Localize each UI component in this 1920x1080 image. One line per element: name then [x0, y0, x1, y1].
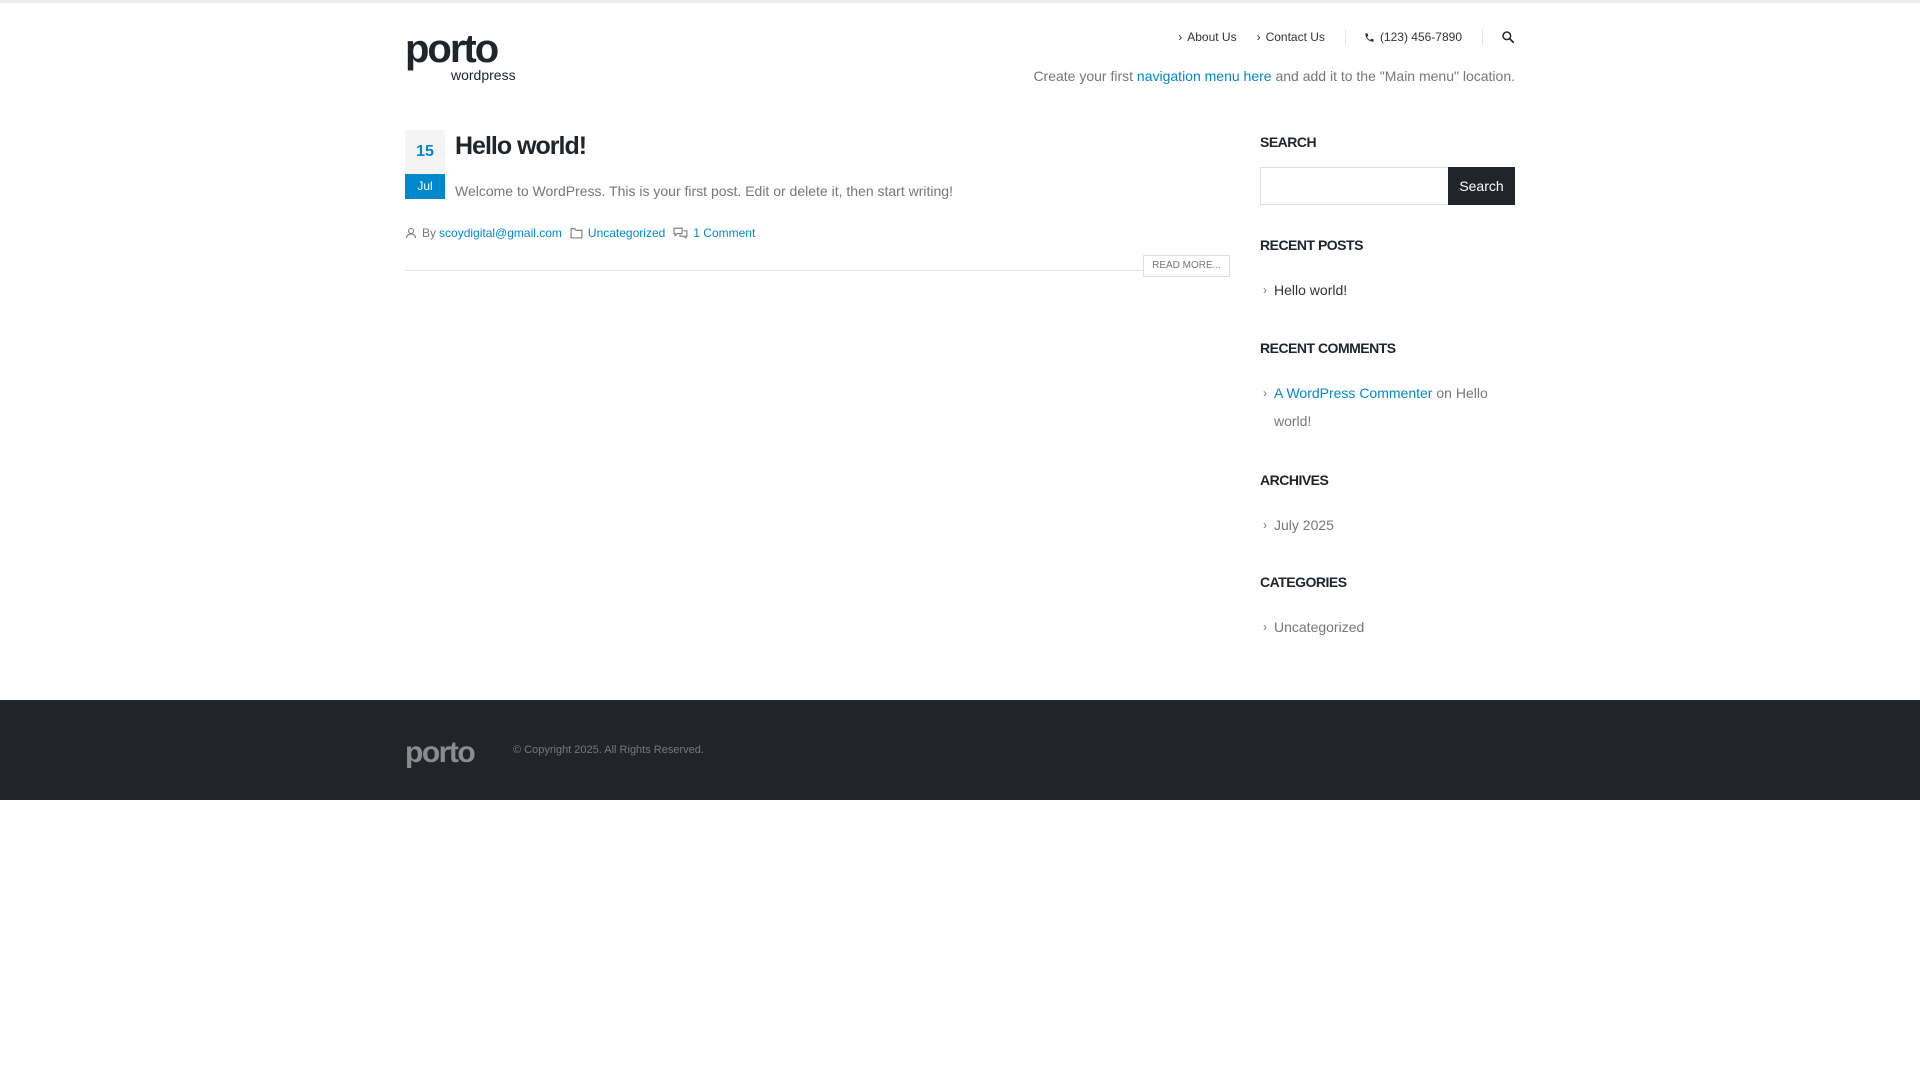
post-date: 15 Jul	[405, 130, 445, 199]
post-category: Uncategorized	[570, 226, 665, 240]
post-title[interactable]: Hello world!	[455, 130, 587, 162]
top-border	[0, 0, 1920, 3]
post-comments: 1 Comment	[673, 226, 755, 240]
search-widget: SEARCH Search	[1260, 133, 1515, 205]
post-comments-link[interactable]: 1 Comment	[693, 226, 755, 240]
widget-title-categories: CATEGORIES	[1260, 574, 1347, 590]
widget-title-search: SEARCH	[1260, 134, 1317, 150]
top-links: › About Us › Contact Us (123) 456-7890	[1158, 28, 1515, 46]
copyright: © Copyright 2025. All Rights Reserved.	[513, 744, 704, 756]
nav-hint-text: Create your first	[1033, 68, 1137, 84]
categories-widget: CATEGORIES › Uncategorized	[1260, 573, 1515, 641]
archive-link[interactable]: July 2025	[1274, 517, 1334, 533]
post-meta: By scoydigital@gmail.com Uncategorized 1…	[405, 226, 763, 240]
post-author-link[interactable]: scoydigital@gmail.com	[439, 226, 562, 240]
top-link-contact-us[interactable]: › Contact Us	[1257, 30, 1325, 44]
top-link-about-us[interactable]: › About Us	[1178, 30, 1236, 44]
nav-menu-link[interactable]: navigation menu here	[1137, 68, 1272, 84]
post-divider	[405, 270, 1230, 271]
chevron-right-icon: ›	[1263, 620, 1267, 634]
footer-logo[interactable]: porto	[405, 732, 485, 769]
widget-title-recent-comments: RECENT COMMENTS	[1260, 340, 1396, 356]
post-author: By scoydigital@gmail.com	[405, 226, 562, 240]
divider	[1482, 29, 1483, 45]
logo-subtext: wordpress	[450, 67, 516, 83]
chevron-right-icon: ›	[1263, 283, 1267, 297]
folder-icon	[570, 228, 583, 239]
read-more-button[interactable]: READ MORE...	[1143, 255, 1230, 277]
chevron-right-icon: ›	[1263, 518, 1267, 532]
site-logo[interactable]: porto wordpress	[405, 28, 517, 84]
archives-list: › July 2025	[1260, 511, 1515, 539]
post-date-day: 15	[405, 130, 445, 174]
post-date-month: Jul	[405, 174, 445, 199]
post-excerpt: Welcome to WordPress. This is your first…	[455, 183, 953, 199]
post-category-link[interactable]: Uncategorized	[588, 226, 665, 240]
recent-posts-list: › Hello world!	[1260, 276, 1515, 304]
widget-title-recent-posts: RECENT POSTS	[1260, 237, 1363, 253]
chevron-right-icon: ›	[1178, 30, 1183, 44]
recent-post-link[interactable]: Hello world!	[1274, 282, 1347, 298]
header-search-button[interactable]	[1501, 30, 1515, 44]
user-icon	[406, 228, 416, 239]
footer: porto © Copyright 2025. All Rights Reser…	[0, 700, 1920, 800]
recent-comments-widget: RECENT COMMENTS › A WordPress Commenter …	[1260, 339, 1515, 435]
list-item: › A WordPress Commenter on Hello world!	[1260, 379, 1515, 435]
chevron-right-icon: ›	[1256, 30, 1261, 44]
header-phone: (123) 456-7890	[1364, 30, 1462, 44]
top-link-label: Contact Us	[1265, 30, 1325, 44]
search-form: Search	[1260, 167, 1515, 205]
chevron-right-icon: ›	[1263, 386, 1267, 400]
comment-author-link[interactable]: A WordPress Commenter	[1274, 385, 1432, 401]
list-item: › Hello world!	[1260, 276, 1515, 304]
footer-logo-text: porto	[405, 736, 475, 768]
archives-widget: ARCHIVES › July 2025	[1260, 471, 1515, 539]
recent-posts-widget: RECENT POSTS › Hello world!	[1260, 236, 1515, 304]
phone-number: (123) 456-7890	[1379, 30, 1462, 44]
search-icon	[1502, 31, 1515, 44]
divider	[1344, 29, 1346, 45]
comment-on-text: on	[1432, 385, 1456, 401]
post-author-by: By	[422, 226, 437, 240]
nav-hint: Create your first navigation menu here a…	[1033, 68, 1515, 84]
list-item: › July 2025	[1260, 511, 1515, 539]
categories-list: › Uncategorized	[1260, 613, 1515, 641]
recent-comments-list: › A WordPress Commenter on Hello world!	[1260, 379, 1515, 435]
phone-icon	[1365, 32, 1374, 42]
search-button[interactable]: Search	[1448, 167, 1515, 205]
widget-title-archives: ARCHIVES	[1260, 472, 1329, 488]
category-link[interactable]: Uncategorized	[1274, 619, 1364, 635]
top-link-label: About Us	[1187, 30, 1237, 44]
search-input[interactable]	[1260, 167, 1448, 205]
logo-text: porto	[405, 28, 498, 71]
list-item: › Uncategorized	[1260, 613, 1515, 641]
nav-hint-text-after: and add it to the "Main menu" location.	[1271, 68, 1515, 84]
comments-icon	[673, 227, 688, 239]
